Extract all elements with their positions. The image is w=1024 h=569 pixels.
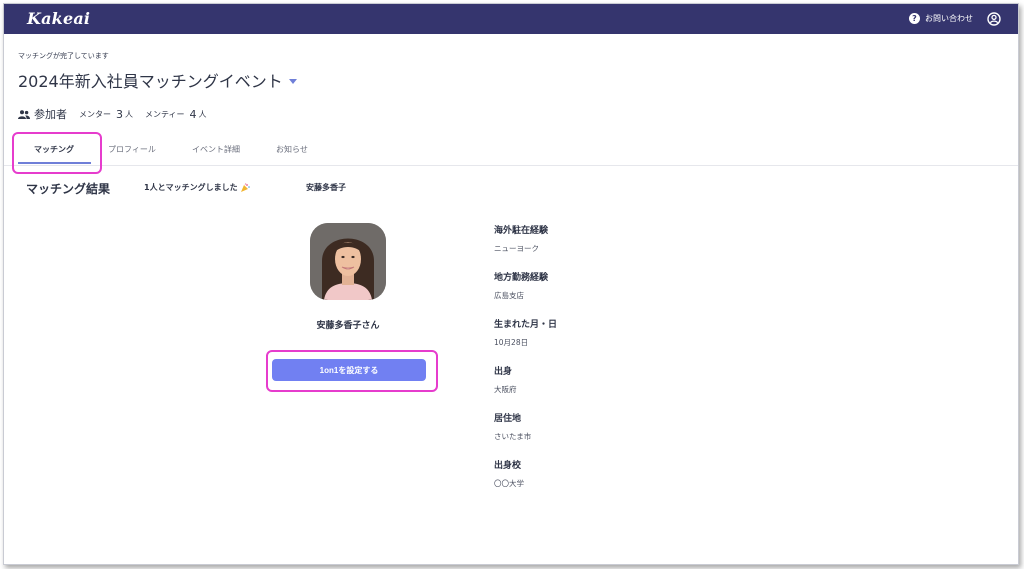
profile-photo xyxy=(310,223,386,300)
question-circle-icon: ? xyxy=(909,13,920,24)
event-title: 2024年新入社員マッチングイベント xyxy=(18,72,283,91)
field-label: 生まれた月・日 xyxy=(494,320,558,330)
app-window: Kakeai ? お問い合わせ マッチングが完了しています 2024年新入社員マ… xyxy=(3,3,1019,565)
kakeai-logo[interactable]: Kakeai xyxy=(27,9,90,28)
contact-label: お問い合わせ xyxy=(925,14,973,23)
match-count-label: 1人とマッチングしました xyxy=(144,183,238,192)
mentor-count: 3 xyxy=(116,107,123,121)
participants-summary: 参加者 メンター 3 人 メンティー 4 人 xyxy=(18,106,207,122)
mentor-label: メンター xyxy=(79,109,111,119)
field-value: 広島支店 xyxy=(494,291,524,300)
chevron-down-icon xyxy=(288,78,297,84)
match-count-text: 1人とマッチングしました xyxy=(144,182,250,193)
field-label: 出身校 xyxy=(494,461,522,471)
mentee-label: メンティー xyxy=(145,109,185,119)
participants-label: 参加者 xyxy=(34,108,67,121)
tab-notifications[interactable]: お知らせ xyxy=(276,144,308,155)
tab-event-details[interactable]: イベント詳細 xyxy=(192,144,240,155)
profile-details: 海外駐在経験 ニューヨーク 地方勤務経験 広島支店 生まれた月・日 10月28日… xyxy=(494,223,557,505)
people-icon xyxy=(18,109,30,119)
person-display-name: 安藤多香子さん xyxy=(316,321,380,331)
user-circle-icon[interactable] xyxy=(987,12,1001,26)
contact-link[interactable]: ? お問い合わせ xyxy=(909,13,973,24)
profile-field: 地方勤務経験 広島支店 xyxy=(494,270,557,317)
field-label: 居住地 xyxy=(494,414,522,424)
top-navigation-bar: Kakeai ? お問い合わせ xyxy=(4,4,1018,34)
mentee-count: 4 xyxy=(189,107,197,121)
profile-field: 出身 大阪府 xyxy=(494,364,557,411)
event-title-dropdown[interactable]: 2024年新入社員マッチングイベント xyxy=(18,68,297,92)
mentee-unit: 人 xyxy=(198,109,207,119)
profile-field: 出身校 〇〇大学 xyxy=(494,458,557,505)
profile-field: 生まれた月・日 10月28日 xyxy=(494,317,557,364)
field-value: さいたま市 xyxy=(494,432,532,441)
button-highlight-annotation xyxy=(266,350,438,392)
field-label: 地方勤務経験 xyxy=(494,273,549,283)
field-value: 〇〇大学 xyxy=(494,479,524,488)
field-value: 10月28日 xyxy=(494,338,529,347)
field-value: 大阪府 xyxy=(494,385,517,394)
field-label: 出身 xyxy=(494,367,513,377)
mentor-unit: 人 xyxy=(125,109,133,119)
profile-field: 居住地 さいたま市 xyxy=(494,411,557,458)
tab-profile[interactable]: プロフィール xyxy=(108,144,156,155)
field-label: 海外駐在経験 xyxy=(494,226,549,236)
matching-result-heading: マッチング結果 xyxy=(26,182,111,196)
party-popper-icon xyxy=(240,182,250,192)
tab-bar: マッチング プロフィール イベント詳細 お知らせ xyxy=(4,132,1018,166)
matched-person-name[interactable]: 安藤多香子 xyxy=(306,182,346,193)
field-value: ニューヨーク xyxy=(494,244,539,253)
profile-field: 海外駐在経験 ニューヨーク xyxy=(494,223,557,270)
matching-status-text: マッチングが完了しています xyxy=(18,52,109,60)
tab-highlight-annotation xyxy=(12,132,102,174)
avatar xyxy=(310,223,386,300)
